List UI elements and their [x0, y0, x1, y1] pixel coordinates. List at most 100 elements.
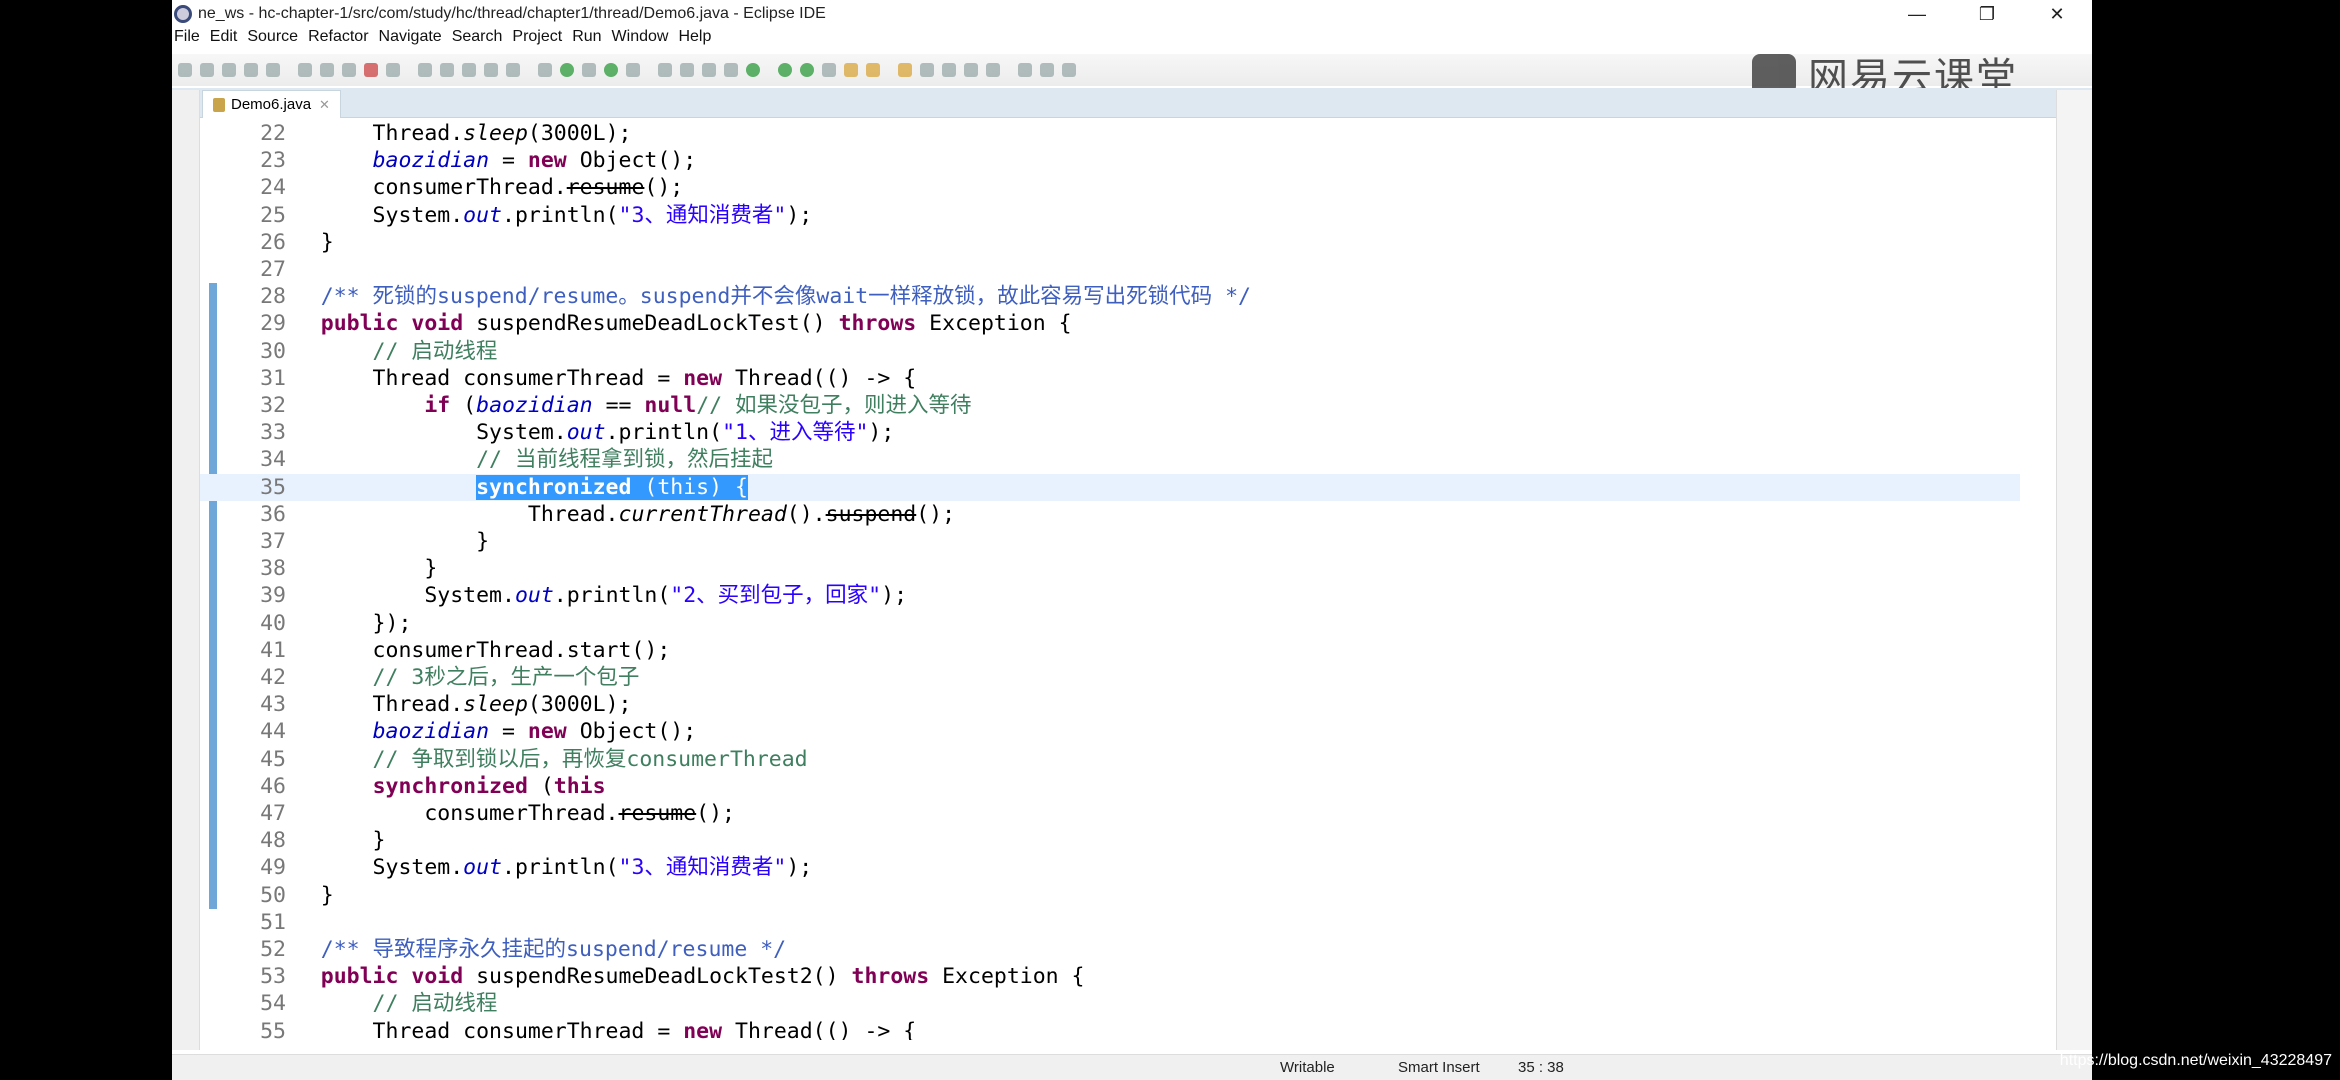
code-line[interactable]: 45 // 争取到锁以后，再恢复consumerThread — [200, 746, 2020, 773]
code-line[interactable]: 55 Thread consumerThread = new Thread(()… — [200, 1018, 2020, 1040]
back-icon[interactable] — [986, 63, 1000, 77]
close-button[interactable]: ✕ — [2022, 0, 2092, 28]
code-line[interactable]: 44 baozidian = new Object(); — [200, 718, 2020, 745]
menu-file[interactable]: File — [174, 28, 200, 52]
toggle-icon[interactable] — [582, 63, 596, 77]
prev-annotation-icon[interactable] — [702, 63, 716, 77]
coverage-icon[interactable] — [604, 63, 618, 77]
new-java-icon[interactable] — [844, 63, 858, 77]
code-line[interactable]: 39 System.out.println("2、买到包子，回家"); — [200, 582, 2020, 609]
code-text: /** 死锁的suspend/resume。suspend并不会像wait一样释… — [269, 283, 1251, 310]
terminate-icon[interactable] — [364, 63, 378, 77]
code-line[interactable]: 31 Thread consumerThread = new Thread(()… — [200, 365, 2020, 392]
mark-occurrences-icon[interactable] — [538, 63, 552, 77]
external-tools-icon[interactable] — [822, 63, 836, 77]
code-line[interactable]: 40 }); — [200, 610, 2020, 637]
last-edit-icon[interactable] — [1040, 63, 1054, 77]
code-line[interactable]: 27 — [200, 256, 2020, 283]
menu-project[interactable]: Project — [512, 28, 562, 52]
pin-editor-icon[interactable] — [724, 63, 738, 77]
code-token: if — [424, 393, 451, 418]
run-green-icon[interactable] — [560, 63, 574, 77]
code-line[interactable]: 48 } — [200, 827, 2020, 854]
refactor-icon[interactable] — [964, 63, 978, 77]
code-line[interactable]: 26 } — [200, 229, 2020, 256]
code-text: Thread consumerThread = new Thread(() ->… — [269, 365, 917, 392]
highlight-icon[interactable] — [658, 63, 672, 77]
pin-icon[interactable] — [626, 63, 640, 77]
code-line[interactable]: 53 public void suspendResumeDeadLockTest… — [200, 963, 2020, 990]
code-token: currentThread — [618, 501, 787, 527]
search-icon[interactable] — [942, 63, 956, 77]
save-icon[interactable] — [200, 63, 214, 77]
suspend-icon[interactable] — [342, 63, 356, 77]
code-line[interactable]: 33 System.out.println("1、进入等待"); — [200, 419, 2020, 446]
minimize-button[interactable]: — — [1882, 0, 1952, 28]
step-return-icon[interactable] — [462, 63, 476, 77]
step-into-icon[interactable] — [418, 63, 432, 77]
resume-icon[interactable] — [320, 63, 334, 77]
code-line[interactable]: 29 public void suspendResumeDeadLockTest… — [200, 310, 2020, 337]
open-task-icon[interactable] — [506, 63, 520, 77]
code-line[interactable]: 37 } — [200, 528, 2020, 555]
new-package-icon[interactable] — [866, 63, 880, 77]
code-line[interactable]: 47 consumerThread.resume(); — [200, 800, 2020, 827]
code-editor[interactable]: 22 Thread.sleep(3000L); 23 baozidian = ne… — [200, 118, 2020, 1040]
code-line[interactable]: 28 /** 死锁的suspend/resume。suspend并不会像wait… — [200, 283, 2020, 310]
perspective-icon[interactable] — [1062, 63, 1076, 77]
skip-icon[interactable] — [298, 63, 312, 77]
code-line[interactable]: 43 Thread.sleep(3000L); — [200, 691, 2020, 718]
menu-edit[interactable]: Edit — [210, 28, 238, 52]
save-all-icon[interactable] — [222, 63, 236, 77]
terminal-icon[interactable] — [266, 63, 280, 77]
code-line[interactable]: 42 // 3秒之后，生产一个包子 — [200, 664, 2020, 691]
drop-icon[interactable] — [484, 63, 498, 77]
maximize-button[interactable]: ❐ — [1952, 0, 2022, 28]
next-annotation-icon[interactable] — [680, 63, 694, 77]
disconnect-icon[interactable] — [386, 63, 400, 77]
new-icon[interactable] — [178, 63, 192, 77]
code-line[interactable]: 23 baozidian = new Object(); — [200, 147, 2020, 174]
step-over-icon[interactable] — [440, 63, 454, 77]
menu-run[interactable]: Run — [572, 28, 601, 52]
menu-window[interactable]: Window — [612, 28, 669, 52]
close-tab-icon[interactable]: ✕ — [319, 97, 330, 113]
code-text: System.out.println("3、通知消费者"); — [269, 854, 813, 881]
menu-refactor[interactable]: Refactor — [308, 28, 368, 52]
eclipse-icon — [174, 5, 192, 23]
menu-navigate[interactable]: Navigate — [379, 28, 442, 52]
code-line[interactable]: 36 Thread.currentThread().suspend(); — [200, 501, 2020, 528]
code-token: } — [269, 828, 386, 854]
debug-run-icon[interactable] — [746, 63, 760, 77]
code-line[interactable]: 25 System.out.println("3、通知消费者"); — [200, 202, 2020, 229]
tab-demo6-java[interactable]: Demo6.java ✕ — [202, 90, 341, 118]
code-line[interactable]: 32 if (baozidian == null// 如果没包子，则进入等待 — [200, 392, 2020, 419]
code-line[interactable]: 52 /** 导致程序永久挂起的suspend/resume */ — [200, 936, 2020, 963]
run-icon[interactable] — [778, 63, 792, 77]
code-token: throws — [838, 311, 917, 337]
code-line[interactable]: 30 // 启动线程 — [200, 338, 2020, 365]
menu-search[interactable]: Search — [452, 28, 503, 52]
coverage-run-icon[interactable] — [800, 63, 814, 77]
line-number: 51 — [260, 909, 286, 935]
code-line[interactable]: 34 // 当前线程拿到锁，然后挂起 — [200, 446, 2020, 473]
code-line[interactable]: 41 consumerThread.start(); — [200, 637, 2020, 664]
code-line[interactable]: 49 System.out.println("3、通知消费者"); — [200, 854, 2020, 881]
code-line[interactable]: 46 synchronized (this — [200, 773, 2020, 800]
forward-icon[interactable] — [1018, 63, 1032, 77]
code-line[interactable]: 35 synchronized (this) { — [200, 473, 2020, 501]
code-line[interactable]: 38 } — [200, 555, 2020, 582]
code-token: // 争取到锁以后，再恢复consumerThread — [269, 746, 808, 772]
code-line[interactable]: 51 — [200, 909, 2020, 936]
code-line[interactable]: 22 Thread.sleep(3000L); — [200, 120, 2020, 147]
new-class-icon[interactable] — [898, 63, 912, 77]
code-line[interactable]: 54 // 启动线程 — [200, 990, 2020, 1017]
debug-icon[interactable] — [244, 63, 258, 77]
code-line[interactable]: 50 } — [200, 882, 2020, 909]
code-line[interactable]: 24 consumerThread.resume(); — [200, 174, 2020, 201]
menu-source[interactable]: Source — [247, 28, 298, 52]
menu-help[interactable]: Help — [678, 28, 711, 52]
open-type-icon[interactable] — [920, 63, 934, 77]
